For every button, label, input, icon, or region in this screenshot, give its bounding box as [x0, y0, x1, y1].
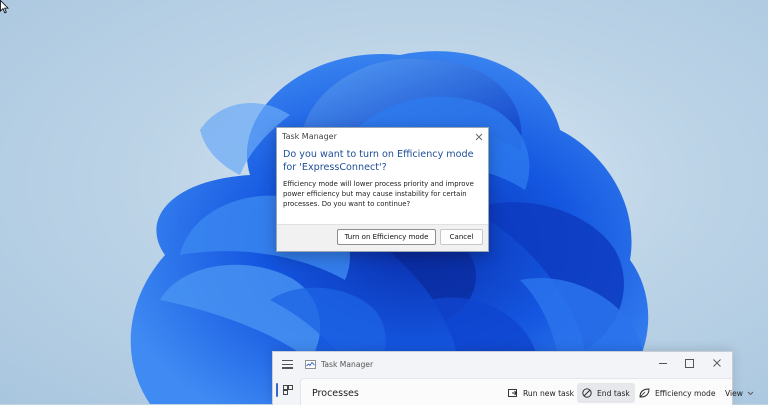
dialog-titlebar: Task Manager [277, 128, 488, 145]
mouse-cursor-icon [0, 0, 9, 14]
processes-nav-icon[interactable] [283, 385, 293, 395]
view-label: View [725, 388, 744, 398]
dialog-heading: Do you want to turn on Efficiency mode f… [283, 149, 474, 173]
run-new-task-icon [508, 389, 518, 397]
run-new-task-label: Run new task [523, 388, 575, 398]
close-icon[interactable] [471, 129, 487, 145]
hamburger-menu-icon[interactable] [282, 360, 293, 369]
dialog-message: Efficiency mode will lower process prior… [283, 180, 474, 208]
view-dropdown[interactable]: View [720, 383, 759, 403]
task-manager-titlebar: Task Manager [273, 352, 732, 377]
task-manager-window: Task Manager Processes Run new task End … [272, 351, 754, 405]
end-task-icon [582, 388, 592, 398]
end-task-button[interactable]: End task [577, 383, 635, 403]
page-title: Processes [312, 388, 359, 399]
task-manager-body: Processes Run new task End task Efficien… [273, 378, 754, 405]
processes-page: Processes Run new task End task Efficien… [300, 378, 754, 405]
minimize-button[interactable] [655, 356, 671, 370]
end-task-label: End task [597, 388, 630, 398]
turn-on-efficiency-mode-button[interactable]: Turn on Efficiency mode [337, 229, 436, 245]
task-manager-app-icon [305, 360, 316, 369]
efficiency-mode-button[interactable]: Efficiency mode [634, 383, 721, 403]
efficiency-mode-label: Efficiency mode [655, 388, 716, 398]
dialog-title: Task Manager [282, 132, 337, 141]
task-manager-title: Task Manager [321, 360, 374, 369]
efficiency-mode-dialog: Task Manager Do you want to turn on Effi… [276, 127, 489, 252]
run-new-task-button[interactable]: Run new task [503, 383, 579, 403]
nav-active-indicator [276, 383, 278, 397]
cancel-button[interactable]: Cancel [440, 229, 483, 245]
close-window-button[interactable] [709, 356, 725, 370]
chevron-down-icon [747, 391, 754, 395]
maximize-button[interactable] [681, 356, 697, 370]
leaf-icon [639, 388, 650, 398]
close-icon [713, 359, 721, 367]
dialog-footer: Turn on Efficiency mode Cancel [277, 224, 488, 251]
